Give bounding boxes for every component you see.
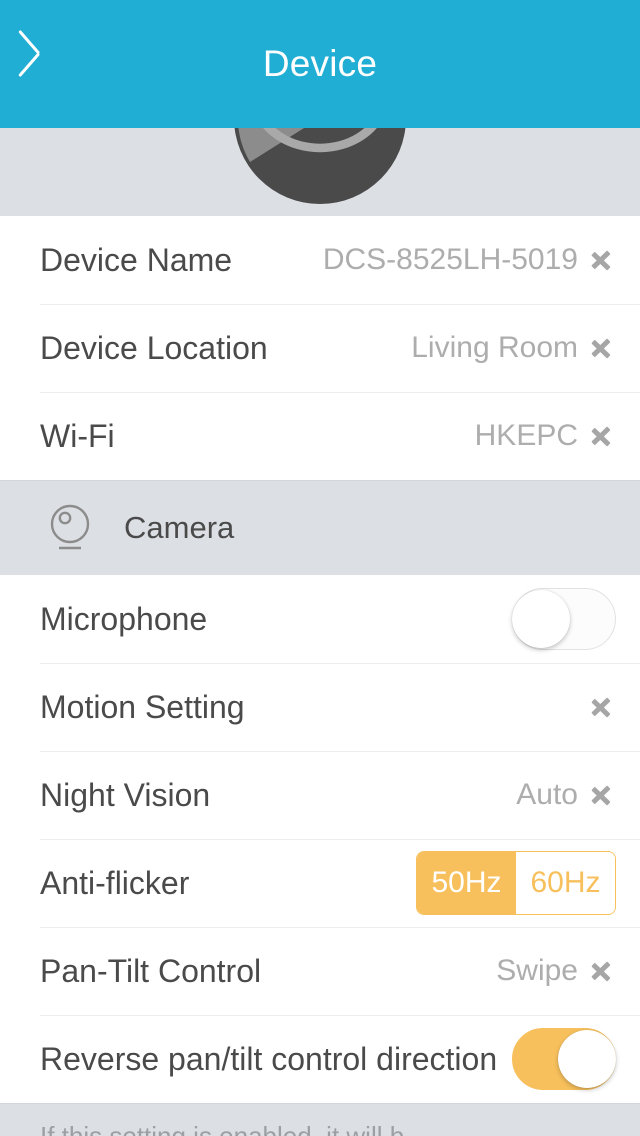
row-device-location[interactable]: Device Location Living Room [0, 304, 640, 392]
reverse-pan-tilt-toggle[interactable] [512, 1028, 616, 1090]
row-label: Anti-flicker [40, 864, 190, 901]
row-label: Night Vision [40, 776, 211, 813]
row-reverse-pan-tilt-direction: Reverse pan/tilt control direction [0, 1015, 640, 1103]
row-pan-tilt-control[interactable]: Pan-Tilt Control Swipe [0, 927, 640, 1015]
chevron-right-icon [592, 244, 610, 276]
toggle-knob [512, 590, 570, 648]
chevron-right-icon [592, 955, 610, 987]
row-label: Motion Setting [40, 688, 245, 725]
row-wifi[interactable]: Wi-Fi HKEPC [0, 392, 640, 480]
section-header-camera: Camera [0, 480, 640, 575]
row-label: Microphone [40, 600, 208, 637]
chevron-right-icon [592, 691, 610, 723]
segment-50hz[interactable]: 50Hz [417, 852, 516, 914]
footer-note-text: If this setting is enabled, it will b [40, 1121, 405, 1136]
page-title: Device [262, 43, 378, 84]
row-value: HKEPC [474, 419, 578, 452]
device-settings-screen: Device Device Name DCS-8525LH-5019 Devic… [0, 0, 640, 1136]
chevron-right-icon [592, 779, 610, 811]
segment-60hz[interactable]: 60Hz [516, 852, 615, 914]
row-anti-flicker: Anti-flicker 50Hz 60Hz [0, 839, 640, 927]
back-button[interactable] [14, 28, 86, 100]
navigation-bar: Device [0, 0, 640, 128]
row-label: Wi-Fi [40, 417, 115, 454]
camera-settings-list: Microphone Motion Setting Night Vision A… [0, 575, 640, 1103]
footer-note: If this setting is enabled, it will b [0, 1103, 640, 1136]
row-motion-setting[interactable]: Motion Setting [0, 663, 640, 751]
device-image-area [0, 128, 640, 216]
row-microphone[interactable]: Microphone [0, 575, 640, 663]
chevron-right-icon [592, 332, 610, 364]
camera-device-image [234, 128, 406, 204]
row-label: Pan-Tilt Control [40, 952, 262, 989]
row-value: DCS-8525LH-5019 [322, 243, 578, 276]
row-label: Device Name [40, 241, 233, 278]
device-info-list: Device Name DCS-8525LH-5019 Device Locat… [0, 216, 640, 480]
microphone-toggle[interactable] [512, 588, 616, 650]
chevron-left-icon [36, 40, 64, 88]
row-value: Living Room [411, 331, 578, 364]
camera-lens-icon [50, 504, 90, 550]
row-label: Device Location [40, 329, 268, 366]
chevron-right-icon [592, 420, 610, 452]
row-value: Swipe [496, 954, 578, 987]
toggle-knob [558, 1030, 616, 1088]
anti-flicker-segmented-control[interactable]: 50Hz 60Hz [416, 851, 616, 915]
row-label: Reverse pan/tilt control direction [40, 1040, 498, 1077]
row-device-name[interactable]: Device Name DCS-8525LH-5019 [0, 216, 640, 304]
section-title: Camera [124, 510, 235, 545]
row-value: Auto [516, 778, 578, 811]
row-night-vision[interactable]: Night Vision Auto [0, 751, 640, 839]
